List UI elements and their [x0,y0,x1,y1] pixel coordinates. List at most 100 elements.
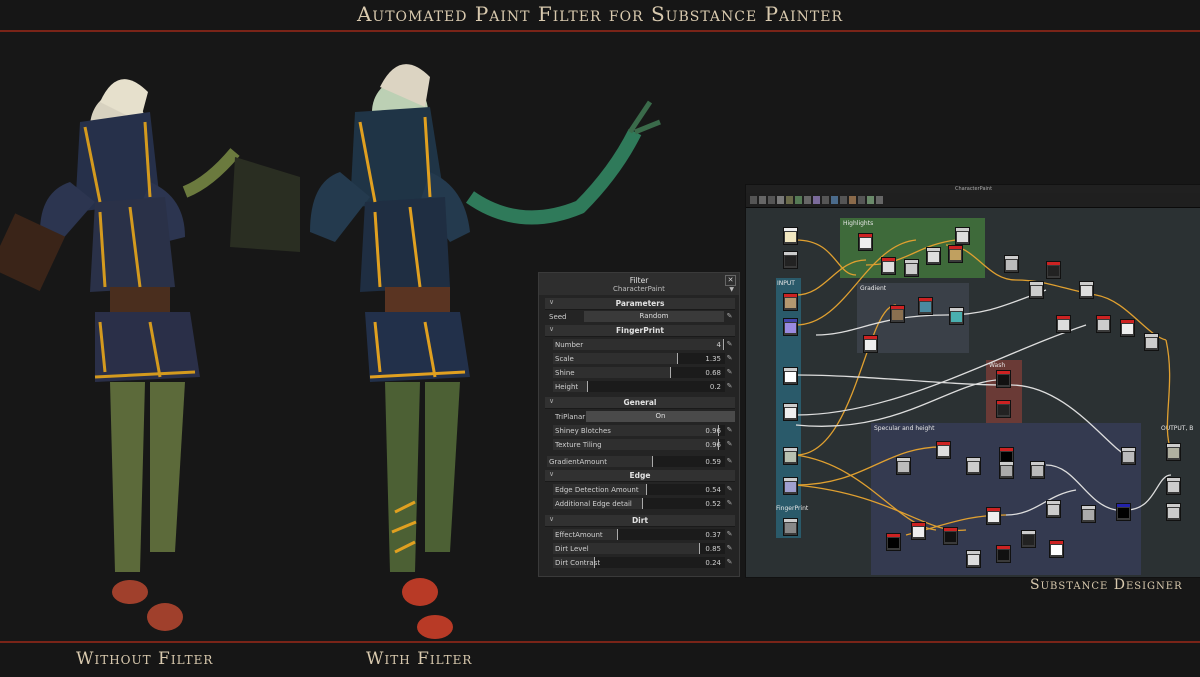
chevron-down-icon[interactable]: ▼ [729,286,734,293]
graph-node[interactable] [1096,315,1111,333]
graph-node[interactable] [783,251,798,269]
slider-track[interactable] [553,353,725,364]
graph-node[interactable] [886,533,901,551]
pencil-icon[interactable]: ✎ [725,368,734,377]
graph-node[interactable] [783,367,798,385]
pencil-icon[interactable]: ✎ [725,499,734,508]
pencil-icon[interactable]: ✎ [725,558,734,567]
node-header [1031,462,1044,465]
graph-node[interactable] [1081,505,1096,523]
graph-node[interactable] [1166,443,1181,461]
node-header [1117,504,1130,507]
graph-node[interactable] [949,307,964,325]
node-header [905,260,918,263]
graph-node[interactable] [783,447,798,465]
section-fingerprint[interactable]: ∨ FingerPrint [545,325,735,337]
graph-node[interactable] [911,522,926,540]
pencil-icon[interactable]: ✎ [725,457,734,466]
pencil-icon[interactable]: ✎ [725,485,734,494]
slider-label: EffectAmount [555,531,603,539]
graph-node[interactable] [986,507,1001,525]
slider-value: 1.35 [705,355,721,363]
pencil-icon[interactable]: ✎ [725,340,734,349]
section-general[interactable]: ∨ General [545,397,735,409]
pencil-icon[interactable]: ✎ [725,312,734,321]
node-thumbnail [785,323,796,333]
slider-value: 0.68 [705,369,721,377]
title-bar: Automated Paint Filter for Substance Pai… [0,0,1200,32]
node-thumbnail [968,555,979,565]
graph-node[interactable] [996,545,1011,563]
graph-node[interactable] [955,227,970,245]
node-thumbnail [1083,510,1094,520]
graph-node[interactable] [918,297,933,315]
graph-node[interactable] [881,257,896,275]
close-icon[interactable]: ✕ [725,275,736,286]
node-header [997,546,1010,549]
graph-node[interactable] [966,457,981,475]
graph-node[interactable] [936,441,951,459]
graph-node[interactable] [904,259,919,277]
section-parameters[interactable]: ∨ Parameters [545,298,735,310]
graph-node[interactable] [1144,333,1159,351]
triplanar-toggle[interactable]: On [586,411,735,422]
node-thumbnail [785,452,796,462]
node-thumbnail [898,462,909,472]
graph-node[interactable] [1116,503,1131,521]
graph-node[interactable] [863,335,878,353]
graph-node[interactable] [943,527,958,545]
pencil-icon[interactable]: ✎ [725,440,734,449]
slider-track[interactable] [553,367,725,378]
pencil-icon[interactable]: ✎ [725,382,734,391]
graph-node[interactable] [996,400,1011,418]
graph-node[interactable] [783,518,798,536]
graph-node[interactable] [1166,477,1181,495]
pencil-icon[interactable]: ✎ [725,426,734,435]
graph-node[interactable] [1049,540,1064,558]
random-seed-button[interactable]: Random [584,311,724,322]
graph-node[interactable] [783,227,798,245]
graph-node[interactable] [1030,461,1045,479]
graph-node[interactable] [783,403,798,421]
graph-node[interactable] [890,305,905,323]
graph-node[interactable] [1046,500,1061,518]
graph-node[interactable] [1046,261,1061,279]
slider-value: 0.96 [705,427,721,435]
section-edge[interactable]: ∨ Edge [545,470,735,482]
graph-node[interactable] [896,457,911,475]
graph-node[interactable] [783,318,798,336]
graph-node[interactable] [1004,255,1019,273]
node-header [927,248,940,251]
graph-node[interactable] [783,293,798,311]
graph-node[interactable] [1121,447,1136,465]
graph-node[interactable] [1120,319,1135,337]
graph-node[interactable] [948,245,963,263]
graph-node[interactable] [783,477,798,495]
graph-node[interactable] [1079,281,1094,299]
node-header [1167,444,1180,447]
graph-node[interactable] [1166,503,1181,521]
node-header [882,258,895,261]
node-header [1005,256,1018,259]
preset-dropdown[interactable]: CharacterPaint [539,285,739,293]
graph-node[interactable] [1056,315,1071,333]
graph-node[interactable] [1021,530,1036,548]
graph-node[interactable] [926,247,941,265]
node-thumbnail [950,250,961,260]
slider-track[interactable] [553,381,725,392]
node-thumbnail [1048,266,1059,276]
graph-node[interactable] [966,550,981,568]
node-header [1167,478,1180,481]
graph-node[interactable] [996,370,1011,388]
section-dirt[interactable]: ∨ Dirt [545,515,735,527]
graph-node[interactable] [858,233,873,251]
pencil-icon[interactable]: ✎ [725,530,734,539]
caption-without-filter: Without Filter [76,649,214,669]
pencil-icon[interactable]: ✎ [725,354,734,363]
pencil-icon[interactable]: ✎ [725,544,734,553]
page-title: Automated Paint Filter for Substance Pai… [356,2,844,26]
slider-label: Scale [555,355,574,363]
node-header [784,448,797,451]
graph-node[interactable] [1029,281,1044,299]
graph-node[interactable] [999,461,1014,479]
